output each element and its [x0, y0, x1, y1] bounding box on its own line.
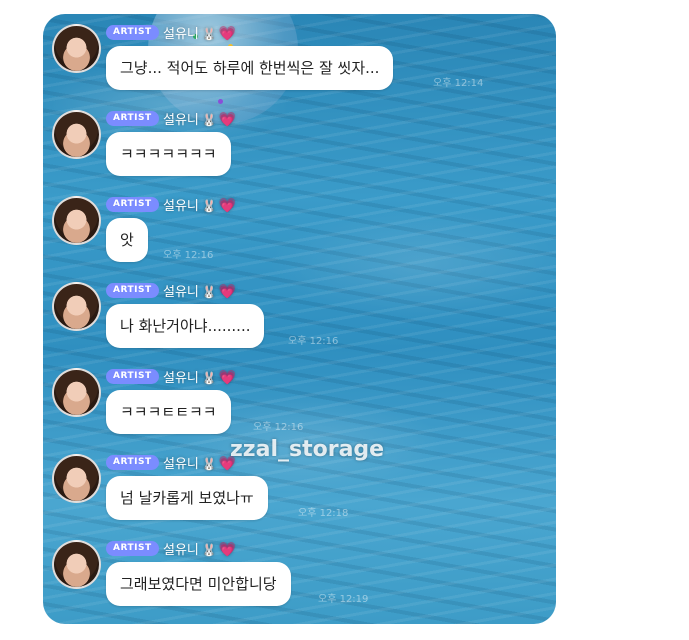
avatar[interactable] — [52, 196, 101, 245]
avatar[interactable] — [52, 110, 101, 159]
message-time: 오후 12:18 — [298, 508, 349, 519]
message-bubble[interactable]: 그래보였다면 미안합니당 — [106, 562, 291, 606]
message-bubble[interactable]: ㅋㅋㅋㅌㅌㅋㅋ — [106, 390, 231, 434]
sender-name-text: 설유니 — [163, 543, 199, 558]
message-bubble[interactable]: 그냥... 적어도 하루에 한번씩은 잘 씻자... — [106, 46, 394, 90]
avatar[interactable] — [52, 282, 101, 331]
sender-name-text: 설유니 — [163, 371, 199, 386]
chat-message: ARTIST 설유니 🐰 💗 그냥... 적어도 하루에 한번씩은 잘 씻자... … — [43, 14, 556, 99]
chat-message: ARTIST 설유니 🐰 💗 그래보였다면 미안합니당 오후 12:19 — [43, 530, 556, 615]
message-time: 오후 12:19 — [318, 594, 369, 605]
rabbit-icon: 🐰 — [201, 27, 217, 41]
chat-message: ARTIST 설유니 🐰 💗 앗 오후 12:16 — [43, 186, 556, 271]
artist-badge: ARTIST — [106, 283, 159, 298]
sender-name[interactable]: 설유니 🐰 💗 — [163, 367, 236, 386]
sender-name[interactable]: 설유니 🐰 💗 — [163, 23, 236, 42]
sender-name[interactable]: 설유니 🐰 💗 — [163, 453, 236, 472]
avatar[interactable] — [52, 24, 101, 73]
rabbit-icon: 🐰 — [201, 199, 217, 213]
avatar[interactable] — [52, 540, 101, 589]
chat-message: ARTIST 설유니 🐰 💗 ㅋㅋㅋㅋㅋㅋㅋ — [43, 100, 556, 185]
artist-badge: ARTIST — [106, 455, 159, 470]
sender-name-text: 설유니 — [163, 27, 199, 42]
avatar[interactable] — [52, 454, 101, 503]
message-time: 오후 12:16 — [253, 422, 304, 433]
rabbit-icon: 🐰 — [201, 543, 217, 557]
sender-name-text: 설유니 — [163, 199, 199, 214]
artist-badge: ARTIST — [106, 369, 159, 384]
message-time: 오후 12:16 — [288, 336, 339, 347]
rabbit-icon: 🐰 — [201, 457, 217, 471]
sender-name-text: 설유니 — [163, 457, 199, 472]
chat-message: ARTIST 설유니 🐰 💗 나 화난거아냐......... 오후 12:16 — [43, 272, 556, 357]
message-time: 오후 12:14 — [433, 78, 484, 89]
sender-name[interactable]: 설유니 🐰 💗 — [163, 539, 236, 558]
rabbit-icon: 🐰 — [201, 371, 217, 385]
sender-name[interactable]: 설유니 🐰 💗 — [163, 109, 236, 128]
message-bubble[interactable]: 앗 — [106, 218, 148, 262]
sender-name[interactable]: 설유니 🐰 💗 — [163, 281, 236, 300]
artist-badge: ARTIST — [106, 541, 159, 556]
message-time: 오후 12:16 — [163, 250, 214, 261]
heart-icon: 💗 — [218, 198, 237, 214]
chat-message: ARTIST 설유니 🐰 💗 ㅋㅋㅋㅌㅌㅋㅋ 오후 12:16 — [43, 358, 556, 443]
watermark: zzal_storage — [230, 437, 385, 462]
rabbit-icon: 🐰 — [201, 113, 217, 127]
message-bubble[interactable]: 나 화난거아냐......... — [106, 304, 265, 348]
sender-name[interactable]: 설유니 🐰 💗 — [163, 195, 236, 214]
artist-badge: ARTIST — [106, 197, 159, 212]
avatar[interactable] — [52, 368, 101, 417]
chat-screen: ARTIST 설유니 🐰 💗 그냥... 적어도 하루에 한번씩은 잘 씻자... … — [43, 14, 556, 624]
rabbit-icon: 🐰 — [201, 285, 217, 299]
sender-name-text: 설유니 — [163, 285, 199, 300]
heart-icon: 💗 — [218, 370, 237, 386]
message-bubble[interactable]: ㅋㅋㅋㅋㅋㅋㅋ — [106, 132, 231, 176]
heart-icon: 💗 — [218, 112, 237, 128]
artist-badge: ARTIST — [106, 25, 159, 40]
heart-icon: 💗 — [218, 542, 237, 558]
heart-icon: 💗 — [218, 284, 237, 300]
sender-name-text: 설유니 — [163, 113, 199, 128]
artist-badge: ARTIST — [106, 111, 159, 126]
message-bubble[interactable]: 넘 날카롭게 보였나ㅠ — [106, 476, 268, 520]
heart-icon: 💗 — [218, 26, 237, 42]
